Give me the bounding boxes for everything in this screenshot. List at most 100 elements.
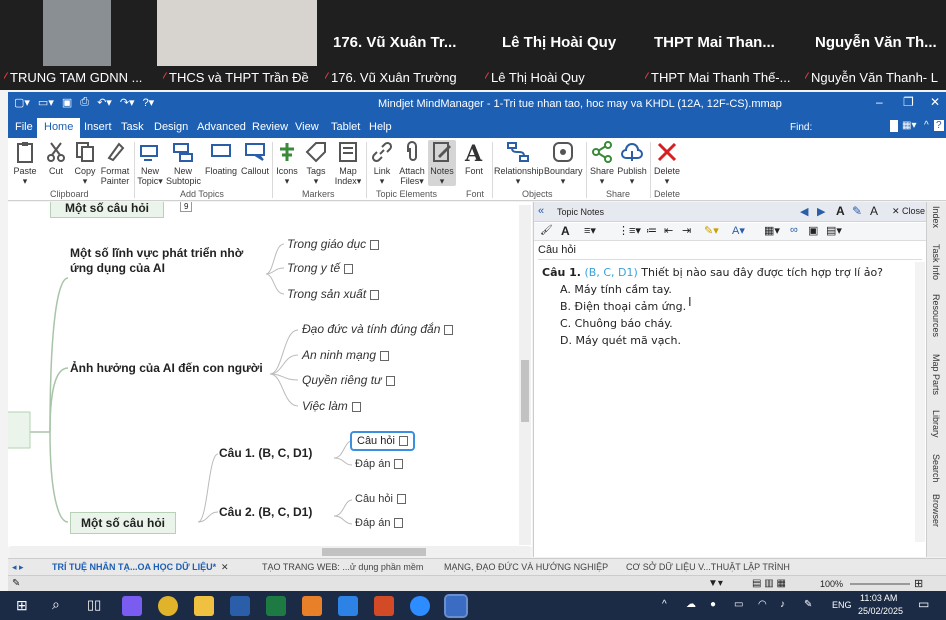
file-explorer-icon[interactable] [194, 596, 214, 616]
mind-map-canvas[interactable]: Một số câu hỏi 9 Một số lĩnh vực phát tr… [8, 202, 532, 547]
tabs-scroll-icon[interactable]: ◂ ▸ [12, 562, 24, 573]
tab-home[interactable]: Home [37, 118, 81, 138]
tray-time[interactable]: 11:03 AM [860, 593, 897, 603]
new-doc-icon[interactable]: ▢▾ [14, 96, 30, 109]
boundary-button[interactable]: Boundary ▾ [544, 140, 583, 186]
doc-tab-web[interactable]: TẠO TRANG WEB: ...ử dụng phần mềm [262, 562, 423, 572]
forward-arrow-icon[interactable]: ▶ [817, 205, 825, 218]
restore-icon[interactable]: ❐ [903, 95, 914, 109]
powerpoint-icon[interactable] [374, 596, 394, 616]
edit-pen-icon[interactable]: ✎ [852, 204, 862, 218]
dock-resources[interactable]: Resources [931, 294, 941, 337]
note-icon[interactable] [380, 350, 390, 361]
new-subtopic-button[interactable]: New Subtopic [166, 140, 201, 186]
filter-icon[interactable]: ▼▾ [708, 578, 723, 589]
participant-video-2[interactable] [157, 0, 317, 66]
floating-button[interactable]: Floating [204, 140, 238, 176]
layout-icon[interactable]: ▦▾ [902, 120, 916, 131]
outdent-icon[interactable]: ⇤ [664, 224, 673, 237]
find-input[interactable] [890, 120, 898, 132]
delete-button[interactable]: Delete ▾ [652, 140, 682, 186]
tray-wifi-icon[interactable]: ◠ [758, 599, 767, 610]
note-icon[interactable] [344, 263, 354, 274]
participant-label-6[interactable]: ⁄ Nguyễn Văn Thanh- L [805, 68, 946, 86]
save-icon[interactable]: ▣ [62, 96, 72, 109]
notes-close-button[interactable]: ✕ Close [892, 206, 925, 217]
chrome-icon[interactable] [158, 596, 178, 616]
hyperlink-icon[interactable]: ∞ [790, 224, 798, 236]
tab-view[interactable]: View [295, 121, 319, 133]
subtopic-question-2[interactable]: Câu hỏi [355, 493, 406, 505]
zalo-icon[interactable] [338, 596, 358, 616]
tab-help[interactable]: Help [369, 121, 392, 133]
subtopic-education[interactable]: Trong giáo dục [287, 237, 380, 251]
question-1-node[interactable]: Câu 1. (B, C, D1) [219, 446, 312, 460]
note-icon[interactable] [351, 401, 361, 412]
dock-map-parts[interactable]: Map Parts [931, 354, 941, 395]
windows-start-icon[interactable]: ⊞ [16, 597, 28, 614]
subtopic-answer-1[interactable]: Đáp án [355, 458, 404, 470]
zoom-icon[interactable] [410, 596, 430, 616]
notification-icon[interactable]: ▭ [918, 597, 929, 611]
branch-ai-fields[interactable]: Một số lĩnh vực phát triển nhờ ứng dụng … [70, 246, 243, 276]
topic-top-partial[interactable]: Một số câu hỏi [50, 202, 164, 218]
subtopic-ethics[interactable]: Đạo đức và tính đúng đắn [302, 322, 454, 336]
tray-pen-icon[interactable]: ✎ [804, 599, 812, 610]
doc-tab-database[interactable]: CƠ SỞ DỮ LIỆU V...THUẬT LẬP TRÌNH [626, 562, 790, 572]
subtopic-production[interactable]: Trong sản xuất [287, 287, 380, 301]
tab-task[interactable]: Task [121, 121, 144, 133]
selected-topic-cau-hoi-1[interactable]: Câu hỏi [350, 431, 415, 451]
participant-video-1[interactable] [43, 0, 111, 66]
subtopic-cybersecurity[interactable]: An ninh mạng [302, 348, 390, 362]
copilot-icon[interactable] [122, 596, 142, 616]
undo-icon[interactable]: ↶▾ [97, 96, 112, 109]
tray-language[interactable]: ENG [832, 600, 852, 610]
tab-tablet[interactable]: Tablet [331, 121, 360, 133]
note-icon[interactable] [444, 324, 454, 335]
copy-button[interactable]: Copy ▾ [72, 140, 98, 186]
back-arrow-icon[interactable]: ◀ [800, 205, 808, 218]
open-icon[interactable]: ▭▾ [38, 96, 54, 109]
branch-ai-impact[interactable]: Ảnh hưởng của AI đến con người [70, 361, 263, 375]
map-horizontal-scrollbar[interactable] [10, 546, 530, 558]
zoom-slider[interactable] [850, 583, 910, 585]
notes-scrollbar[interactable] [915, 262, 925, 542]
publish-button[interactable]: Publish ▾ [616, 140, 648, 186]
font-size-icon[interactable]: A [836, 204, 845, 218]
doc-tab-ai[interactable]: TRÍ TUỆ NHÂN TẠ...OA HỌC DỮ LIỆU* [52, 562, 216, 572]
collapsed-count-badge[interactable]: 9 [180, 202, 193, 212]
attach-files-button[interactable]: Attach Files▾ [398, 140, 426, 186]
view-icons[interactable]: ▤ ▥ ▦ [752, 578, 786, 589]
dock-search[interactable]: Search [931, 454, 941, 483]
fit-map-icon[interactable]: ⊞ [914, 577, 923, 590]
search-icon[interactable]: ⌕ [52, 596, 60, 613]
note-icon[interactable] [396, 494, 406, 505]
note-icon[interactable] [385, 375, 395, 386]
excel-icon[interactable] [266, 596, 286, 616]
tab-review[interactable]: Review [252, 121, 288, 133]
link-button[interactable]: Link ▾ [370, 140, 394, 186]
dock-index[interactable]: Index [931, 206, 941, 228]
more-icon[interactable]: ▤▾ [826, 224, 842, 237]
help-button-icon[interactable]: ? [934, 120, 944, 131]
dock-browser[interactable]: Browser [931, 494, 941, 527]
share-button[interactable]: Share ▾ [590, 140, 614, 186]
note-icon[interactable] [394, 459, 404, 470]
app-orange-icon[interactable] [302, 596, 322, 616]
participant-label-2[interactable]: ⁄ THCS và THPT Trần Đề [163, 68, 315, 86]
highlight-icon[interactable]: ✎▾ [704, 224, 719, 237]
participant-label-4[interactable]: ⁄ Lê Thị Hoài Quy [485, 68, 635, 86]
map-vertical-scrollbar[interactable] [519, 205, 531, 545]
indent-icon[interactable]: ⇥ [682, 224, 691, 237]
tray-camera-icon[interactable]: ▭ [734, 599, 743, 610]
participant-label-5[interactable]: ⁄ THPT Mai Thanh Thế-... [645, 68, 800, 86]
tab-advanced[interactable]: Advanced [197, 121, 246, 133]
tab-design[interactable]: Design [154, 121, 188, 133]
question-2-node[interactable]: Câu 2. (B, C, D1) [219, 505, 312, 519]
dock-task-info[interactable]: Task Info [931, 244, 941, 280]
notes-editor[interactable]: Câu 1. (B, C, D1) Thiết bị nào sau đây đ… [542, 264, 918, 349]
subtopic-jobs[interactable]: Việc làm [302, 399, 361, 413]
note-icon[interactable] [398, 436, 408, 447]
map-index-button[interactable]: Map Index▾ [334, 140, 362, 186]
mindmanager-icon[interactable] [444, 594, 468, 618]
